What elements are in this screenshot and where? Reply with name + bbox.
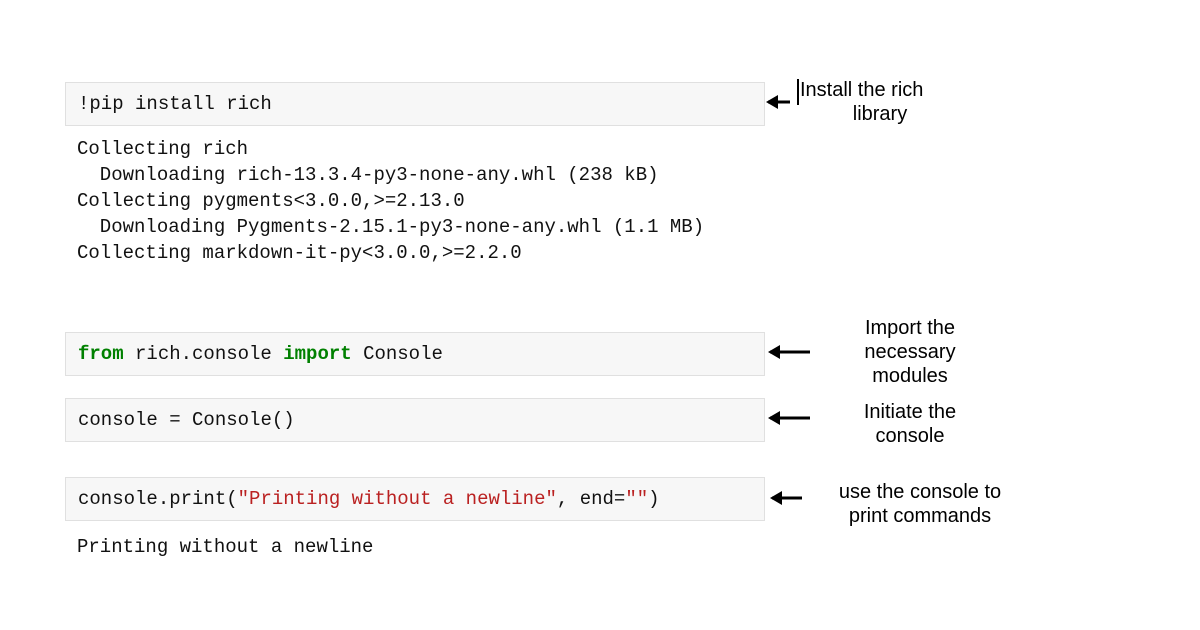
code-token: = [614,488,625,510]
annotation-text: use the console to [839,481,1001,503]
annotation-use-console: use the console to print commands [820,480,1020,528]
output-pip-install: Collecting rich Downloading rich-13.3.4-… [65,132,765,270]
annotation-text: modules [872,365,948,387]
code-token: = [169,409,180,431]
code-cell-initiate: console = Console() [65,398,765,442]
code-token: Console [352,343,443,365]
code-token: print [169,488,226,510]
code-cell-pip-install: !pip install rich [65,82,765,126]
code-token: console [78,409,169,431]
annotation-install: Install the rich library [800,78,960,126]
code-token: Console() [181,409,295,431]
code-token: , end [557,488,614,510]
annotation-text: Import the [865,317,955,339]
code-token: ( [226,488,237,510]
annotation-text: print commands [849,505,991,527]
annotation-initiate: Initiate the console [840,400,980,448]
annotation-text: Install the rich [800,79,923,101]
code-token: ) [648,488,659,510]
code-cell-print: console.print("Printing without a newlin… [65,477,765,521]
code-token: "Printing without a newline" [238,488,557,510]
code-token: from [78,343,124,365]
annotation-text: necessary [864,341,955,363]
annotation-text: library [800,102,960,126]
annotation-text: console [876,425,945,447]
output-print: Printing without a newline [65,530,765,564]
annotation-text: Initiate the [864,401,956,423]
arrow-tail-bar [797,79,799,105]
tutorial-diagram: !pip install rich Collecting rich Downlo… [0,0,1200,630]
code-cell-import: from rich.console import Console [65,332,765,376]
code-token: console. [78,488,169,510]
code-token: "" [625,488,648,510]
code-token: import [283,343,351,365]
annotation-import: Import the necessary modules [840,316,980,388]
code-token: !pip install rich [78,93,272,115]
code-token: rich.console [124,343,284,365]
